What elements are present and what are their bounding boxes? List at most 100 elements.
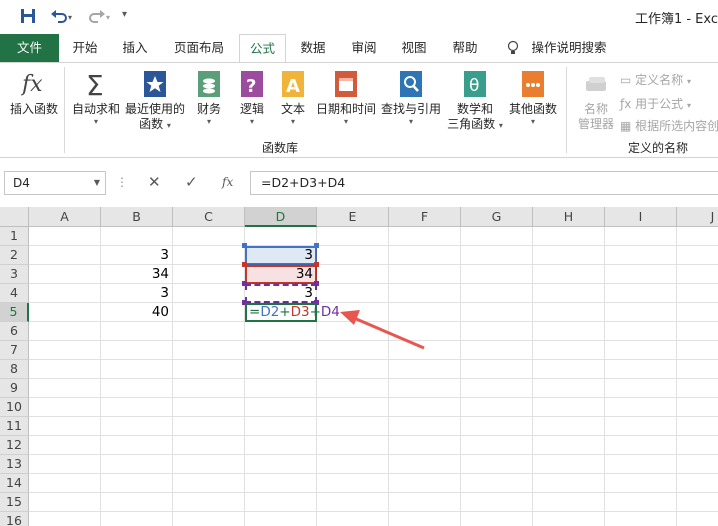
cell-j4[interactable] [677, 284, 718, 303]
autosum-button[interactable]: Σ 自动求和 ▾ [69, 69, 123, 126]
cell-j10[interactable] [677, 398, 718, 417]
row-header-2[interactable]: 2 [0, 246, 29, 265]
cell-f6[interactable] [389, 322, 461, 341]
cell-e11[interactable] [317, 417, 389, 436]
use-in-formula-button[interactable]: ƒx 用于公式 ▾ [620, 95, 691, 112]
worksheet-grid[interactable]: ABCDEFGHIJ123333434433540678910111213141… [0, 207, 718, 526]
tab-view[interactable]: 视图 [391, 34, 437, 62]
range-resize-handle[interactable] [314, 281, 319, 286]
cell-e13[interactable] [317, 455, 389, 474]
cell-c16[interactable] [173, 512, 245, 526]
cell-a15[interactable] [29, 493, 101, 512]
cell-i3[interactable] [605, 265, 677, 284]
tab-home[interactable]: 开始 [62, 34, 108, 62]
cell-i6[interactable] [605, 322, 677, 341]
text-functions-button[interactable]: A 文本 ▾ [274, 69, 312, 126]
column-header-a[interactable]: A [29, 207, 101, 227]
column-header-i[interactable]: I [605, 207, 677, 227]
cell-f5[interactable] [389, 303, 461, 322]
cell-f8[interactable] [389, 360, 461, 379]
cell-j8[interactable] [677, 360, 718, 379]
undo-icon[interactable]: ▾ [50, 8, 76, 27]
cell-i8[interactable] [605, 360, 677, 379]
row-header-13[interactable]: 13 [0, 455, 29, 474]
cell-c8[interactable] [173, 360, 245, 379]
cell-f1[interactable] [389, 227, 461, 246]
cell-a14[interactable] [29, 474, 101, 493]
tell-me-search[interactable]: 操作说明搜索 [528, 34, 610, 62]
tab-file[interactable]: 文件 [0, 34, 59, 62]
insert-function-icon[interactable]: fx [222, 175, 233, 189]
cell-a9[interactable] [29, 379, 101, 398]
cell-h7[interactable] [533, 341, 605, 360]
cell-e8[interactable] [317, 360, 389, 379]
cell-c10[interactable] [173, 398, 245, 417]
name-manager-button[interactable]: 名称 管理器 [574, 69, 618, 132]
cell-g10[interactable] [461, 398, 533, 417]
cell-h5[interactable] [533, 303, 605, 322]
cell-e7[interactable] [317, 341, 389, 360]
cell-h6[interactable] [533, 322, 605, 341]
cell-e3[interactable] [317, 265, 389, 284]
enter-check-icon[interactable]: ✓ [185, 173, 198, 191]
redo-icon[interactable]: ▾ [86, 8, 112, 27]
cell-d16[interactable] [245, 512, 317, 526]
row-header-11[interactable]: 11 [0, 417, 29, 436]
cell-e1[interactable] [317, 227, 389, 246]
cell-f4[interactable] [389, 284, 461, 303]
cell-f7[interactable] [389, 341, 461, 360]
save-icon[interactable] [20, 8, 36, 27]
cell-c1[interactable] [173, 227, 245, 246]
row-header-6[interactable]: 6 [0, 322, 29, 341]
column-header-g[interactable]: G [461, 207, 533, 227]
row-header-16[interactable]: 16 [0, 512, 29, 526]
cell-d13[interactable] [245, 455, 317, 474]
cell-h4[interactable] [533, 284, 605, 303]
cell-b4[interactable]: 3 [101, 284, 173, 303]
cell-i12[interactable] [605, 436, 677, 455]
cell-f2[interactable] [389, 246, 461, 265]
cell-g12[interactable] [461, 436, 533, 455]
cell-g9[interactable] [461, 379, 533, 398]
cell-d15[interactable] [245, 493, 317, 512]
range-resize-handle[interactable] [242, 262, 247, 267]
cell-b12[interactable] [101, 436, 173, 455]
cell-c4[interactable] [173, 284, 245, 303]
cell-d11[interactable] [245, 417, 317, 436]
row-header-1[interactable]: 1 [0, 227, 29, 246]
cell-h15[interactable] [533, 493, 605, 512]
cell-b7[interactable] [101, 341, 173, 360]
column-header-b[interactable]: B [101, 207, 173, 227]
cell-c9[interactable] [173, 379, 245, 398]
cell-c3[interactable] [173, 265, 245, 284]
datetime-button[interactable]: 日期和时间 ▾ [314, 69, 378, 126]
row-header-5[interactable]: 5 [0, 303, 29, 322]
column-header-d[interactable]: D [245, 207, 317, 227]
cell-g3[interactable] [461, 265, 533, 284]
cell-e9[interactable] [317, 379, 389, 398]
range-resize-handle[interactable] [242, 243, 247, 248]
cell-a3[interactable] [29, 265, 101, 284]
cell-g11[interactable] [461, 417, 533, 436]
cell-e15[interactable] [317, 493, 389, 512]
more-functions-button[interactable]: 其他函数 ▾ [506, 69, 560, 126]
cell-g7[interactable] [461, 341, 533, 360]
define-name-button[interactable]: ▭ 定义名称 ▾ [620, 71, 691, 88]
cell-a13[interactable] [29, 455, 101, 474]
cell-j7[interactable] [677, 341, 718, 360]
cell-j6[interactable] [677, 322, 718, 341]
cell-d14[interactable] [245, 474, 317, 493]
cell-i15[interactable] [605, 493, 677, 512]
cell-j15[interactable] [677, 493, 718, 512]
cell-i11[interactable] [605, 417, 677, 436]
cell-f14[interactable] [389, 474, 461, 493]
row-header-12[interactable]: 12 [0, 436, 29, 455]
row-header-7[interactable]: 7 [0, 341, 29, 360]
cell-c11[interactable] [173, 417, 245, 436]
cell-b13[interactable] [101, 455, 173, 474]
vertical-dots-icon[interactable]: ⋮ [116, 175, 128, 189]
column-header-h[interactable]: H [533, 207, 605, 227]
cell-i5[interactable] [605, 303, 677, 322]
row-header-14[interactable]: 14 [0, 474, 29, 493]
cell-f3[interactable] [389, 265, 461, 284]
